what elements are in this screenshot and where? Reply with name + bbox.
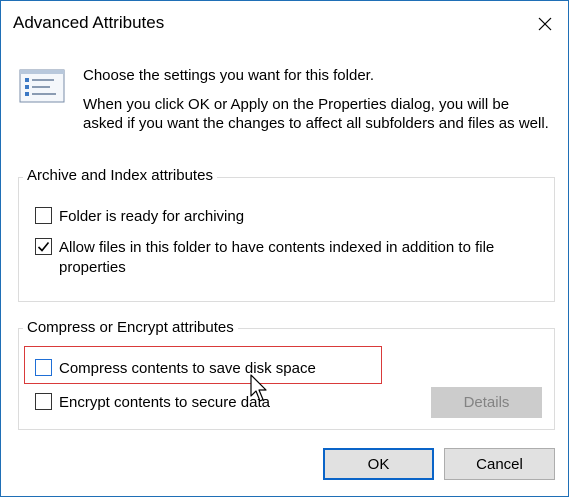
mouse-cursor-icon — [250, 374, 267, 402]
close-icon — [538, 17, 552, 30]
attributes-list-icon — [19, 69, 65, 103]
encrypt-option[interactable]: Encrypt contents to secure data — [35, 393, 375, 413]
ok-button[interactable]: OK — [323, 448, 434, 480]
checkmark-icon — [37, 241, 50, 252]
compress-checkbox-label: Compress contents to save disk space — [59, 360, 316, 377]
encrypt-checkbox-label: Encrypt contents to secure data — [59, 394, 270, 411]
dialog-title: Advanced Attributes — [13, 13, 165, 32]
archiving-checkbox[interactable] — [35, 207, 52, 224]
encrypt-checkbox[interactable] — [35, 393, 52, 410]
advanced-attributes-dialog: Advanced Attributes Choose the settings … — [0, 0, 569, 497]
indexing-checkbox-label: Allow files in this folder to have conte… — [59, 239, 495, 276]
archiving-checkbox-label: Folder is ready for archiving — [59, 208, 245, 225]
cancel-button[interactable]: Cancel — [444, 448, 555, 480]
compress-encrypt-group-label: Compress or Encrypt attributes — [23, 319, 238, 336]
details-button[interactable]: Details — [431, 387, 542, 418]
intro-text-secondary: When you click OK or Apply on the Proper… — [83, 96, 549, 132]
archive-index-group-label: Archive and Index attributes — [23, 167, 217, 184]
compress-checkbox[interactable] — [35, 359, 52, 376]
indexing-option[interactable]: Allow files in this folder to have conte… — [35, 238, 535, 278]
intro-text-primary: Choose the settings you want for this fo… — [83, 67, 374, 84]
archiving-option[interactable]: Folder is ready for archiving — [35, 207, 535, 227]
compress-option[interactable]: Compress contents to save disk space — [35, 359, 375, 379]
title-bar: Advanced Attributes — [1, 1, 568, 46]
indexing-checkbox[interactable] — [35, 238, 52, 255]
close-button[interactable] — [522, 1, 568, 46]
